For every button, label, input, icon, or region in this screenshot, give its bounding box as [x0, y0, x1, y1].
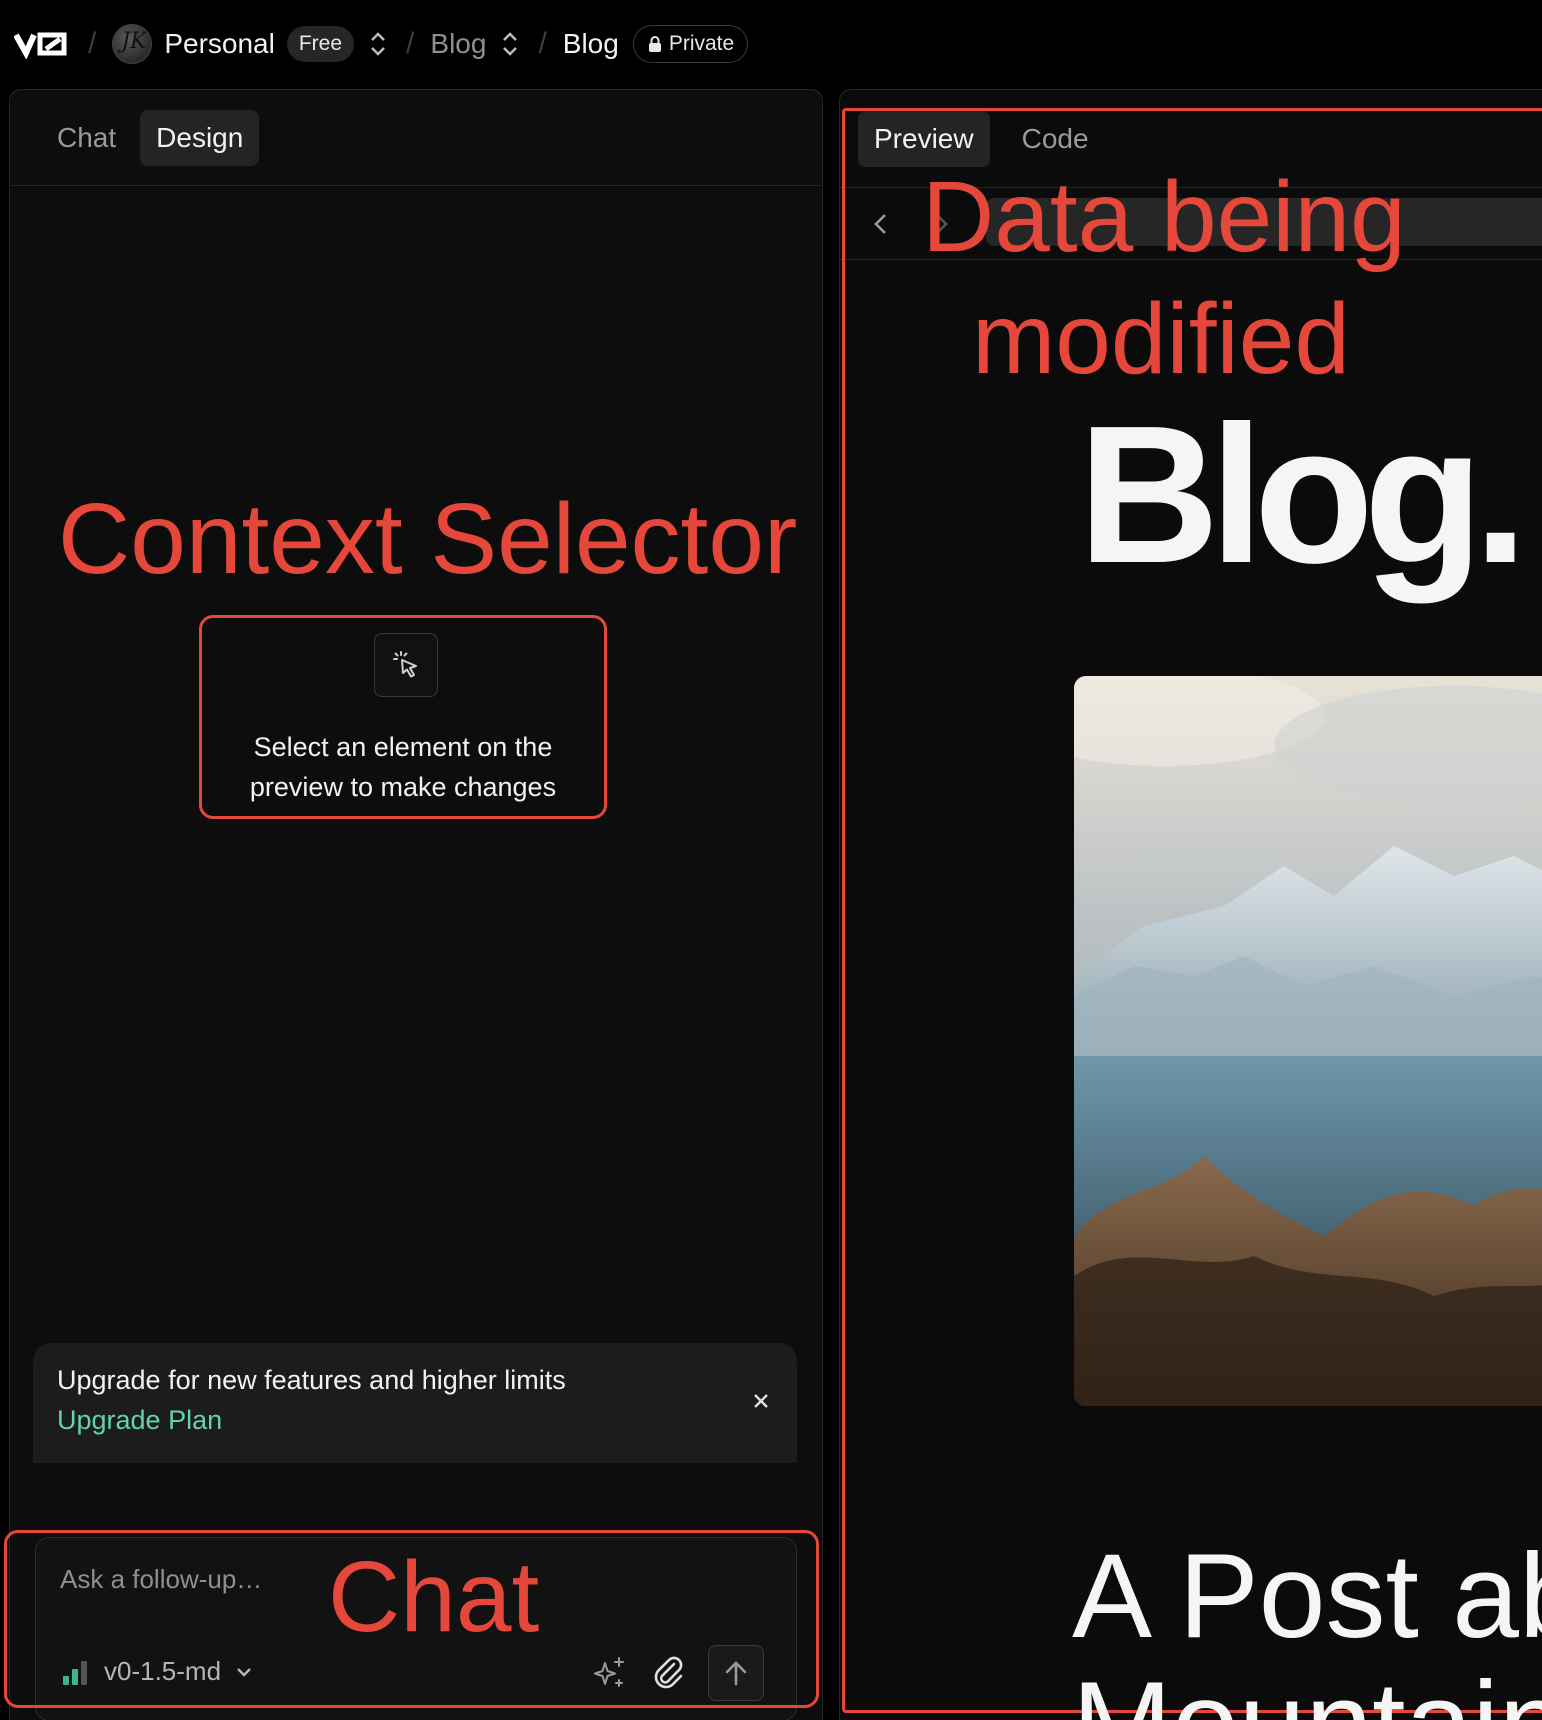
visibility-label: Private	[668, 32, 735, 55]
preview-hero-image[interactable]	[1074, 676, 1542, 1406]
top-bar: / JK Personal Free / Blog / Blog Private	[0, 0, 1542, 88]
project-name[interactable]: Blog	[430, 28, 486, 60]
signal-bars-icon	[63, 1660, 87, 1685]
sparkles-icon[interactable]	[592, 1655, 628, 1691]
preview-blog-title[interactable]: Blog.	[1078, 382, 1528, 607]
close-icon[interactable]	[751, 1391, 771, 1411]
breadcrumb-separator: /	[538, 27, 547, 60]
send-button[interactable]	[708, 1645, 764, 1701]
preview-post-title[interactable]: A Post ab Mountain	[1072, 1532, 1542, 1720]
chevron-down-icon	[237, 1667, 251, 1677]
upgrade-text: Upgrade for new features and higher limi…	[57, 1365, 566, 1395]
context-selector-annotation: Context Selector	[58, 483, 798, 595]
avatar-initials: JK	[121, 29, 147, 54]
cursor-click-icon	[393, 651, 417, 678]
data-modified-annotation-line1: Data being	[922, 161, 1406, 273]
chat-name[interactable]: Blog	[563, 28, 619, 60]
arrow-up-icon	[725, 1661, 747, 1686]
upgrade-plan-link[interactable]: Upgrade Plan	[57, 1405, 773, 1436]
post-title-line1: A Post ab	[1072, 1529, 1542, 1663]
workspace-name[interactable]: Personal	[164, 28, 275, 60]
chat-actions	[592, 1645, 764, 1701]
paperclip-icon[interactable]	[650, 1655, 686, 1691]
plan-badge: Free	[286, 26, 355, 62]
workspace-switcher-icon[interactable]	[366, 28, 390, 60]
left-tabs: Chat Design	[10, 90, 822, 186]
model-name: v0-1.5-md	[104, 1656, 222, 1686]
context-selector-message: Select an element on the preview to make…	[249, 732, 557, 802]
element-select-button[interactable]	[374, 633, 438, 697]
data-modified-annotation-line2: modified	[972, 283, 1350, 395]
breadcrumb-separator: /	[88, 27, 97, 60]
model-selector[interactable]: v0-1.5-md	[62, 1656, 253, 1687]
left-panel: Chat Design	[9, 89, 823, 1720]
tab-design[interactable]: Design	[140, 109, 260, 166]
upgrade-banner: Upgrade for new features and higher limi…	[33, 1343, 797, 1463]
breadcrumb-separator: /	[406, 27, 415, 60]
tab-chat[interactable]: Chat	[41, 110, 132, 166]
lock-icon	[648, 36, 661, 52]
v0-logo[interactable]	[14, 29, 72, 59]
post-title-line2: Mountain	[1072, 1660, 1542, 1720]
chat-annotation: Chat	[328, 1541, 540, 1653]
avatar[interactable]: JK	[112, 24, 153, 64]
visibility-badge[interactable]: Private	[632, 25, 749, 63]
project-switcher-icon[interactable]	[498, 28, 522, 60]
